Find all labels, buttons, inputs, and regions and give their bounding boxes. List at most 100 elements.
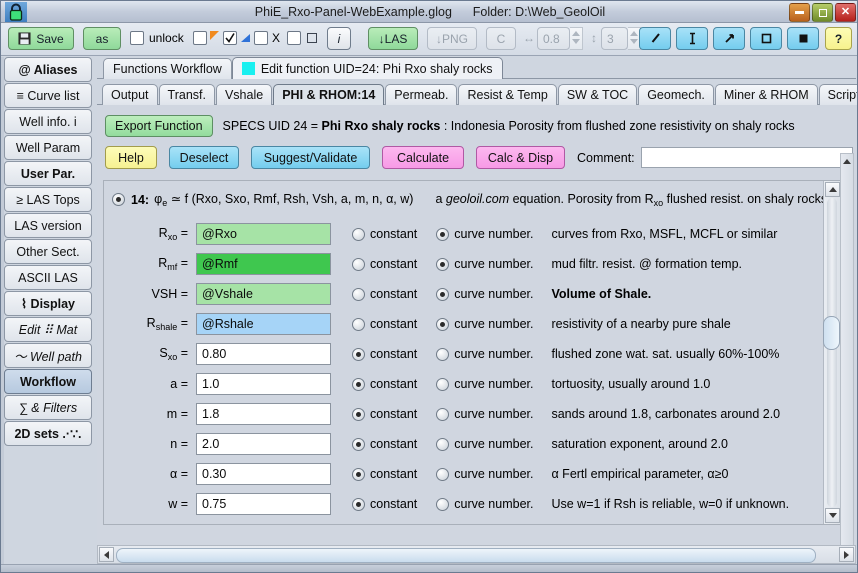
equation-radio[interactable]	[112, 193, 125, 206]
param-input-vsh[interactable]: @Vshale	[196, 283, 331, 305]
marker-checkbox-1[interactable]	[193, 31, 207, 45]
param-constant-option-rxo[interactable]: constant	[347, 227, 417, 241]
param-input-w[interactable]: 0.75	[196, 493, 331, 515]
tab-functions-workflow[interactable]: Functions Workflow	[103, 58, 232, 79]
unlock-checkbox[interactable]	[130, 31, 144, 45]
horizontal-scroll-thumb[interactable]	[116, 548, 816, 563]
sidebar-item-edit-mat[interactable]: Edit ⠿ Mat	[4, 317, 92, 342]
marker-checkbox-2[interactable]	[223, 31, 237, 45]
param-curve-option-sxo[interactable]: curve number.	[431, 347, 533, 361]
scroll-up-arrow-icon[interactable]	[825, 182, 840, 197]
sidebar-item-las-version[interactable]: LAS version	[4, 213, 92, 238]
scroll-down-arrow-icon[interactable]	[825, 508, 840, 523]
save-button[interactable]: Save	[8, 27, 74, 50]
marker-checkbox-3[interactable]	[254, 31, 268, 45]
param-curve-option-rmf[interactable]: curve number.	[431, 257, 533, 271]
calculate-button[interactable]: Calculate	[382, 146, 464, 169]
param-input-a[interactable]: 1.0	[196, 373, 331, 395]
tab-sw-toc[interactable]: SW & TOC	[557, 84, 638, 105]
content-horizontal-scrollbar[interactable]	[97, 545, 856, 564]
scroll-left-arrow-icon[interactable]	[99, 547, 114, 562]
line-tool-icon[interactable]	[639, 27, 671, 50]
sidebar-item-ascii-las[interactable]: ASCII LAS	[4, 265, 92, 290]
param-curve-option-m[interactable]: curve number.	[431, 407, 533, 421]
param-constant-option-n[interactable]: constant	[347, 437, 417, 451]
maximize-button[interactable]	[812, 3, 833, 22]
vertical-scroll-track[interactable]	[827, 198, 837, 507]
tab-miner-rhom[interactable]: Miner & RHOM	[714, 84, 818, 105]
sidebar-item-filters[interactable]: ∑ & Filters	[4, 395, 92, 420]
sidebar-item-curve-list[interactable]: ≡ Curve list	[4, 83, 92, 108]
param-input-n[interactable]: 2.0	[196, 433, 331, 455]
tab-phi-rhom[interactable]: PHI & RHOM:14	[273, 84, 385, 105]
width-stepper[interactable]	[570, 27, 583, 50]
sidebar-item-other-sect[interactable]: Other Sect.	[4, 239, 92, 264]
marker-checkbox-4[interactable]	[287, 31, 301, 45]
param-constant-option-m[interactable]: constant	[347, 407, 417, 421]
help-action-button[interactable]: Help	[105, 146, 157, 169]
param-curve-option-rxo[interactable]: curve number.	[431, 227, 533, 241]
sidebar-item-workflow[interactable]: Workflow	[4, 369, 92, 394]
minimize-button[interactable]	[789, 3, 810, 22]
arrow-tool-icon[interactable]	[713, 27, 745, 50]
sidebar-item-well-info[interactable]: Well info. i	[4, 109, 92, 134]
tab-permeab[interactable]: Permeab.	[385, 84, 458, 105]
tab-scripting[interactable]: Scripting	[818, 84, 857, 105]
comment-input[interactable]	[640, 147, 853, 168]
sidebar-item-las-tops[interactable]: ≥ LAS Tops	[4, 187, 92, 212]
param-constant-option-a[interactable]: constant	[347, 377, 417, 391]
param-curve-option-vsh[interactable]: curve number.	[431, 287, 533, 301]
tab-edit-function[interactable]: Edit function UID=24: Phi Rxo shaly rock…	[231, 57, 503, 79]
export-png-button[interactable]: ↓PNG	[427, 27, 477, 50]
sidebar-item-display[interactable]: ⌇ Display	[4, 291, 92, 316]
panel-vertical-scrollbar[interactable]	[823, 181, 840, 524]
clear-button[interactable]: C	[486, 27, 516, 50]
sidebar-item-aliases[interactable]: @ Aliases	[4, 57, 92, 82]
param-input-m[interactable]: 1.8	[196, 403, 331, 425]
tab-geomech[interactable]: Geomech.	[638, 84, 714, 105]
height-input[interactable]: 3	[601, 27, 628, 50]
scroll-right-arrow-icon[interactable]	[839, 547, 854, 562]
calc-disp-button[interactable]: Calc & Disp	[476, 146, 565, 169]
param-curve-option-n[interactable]: curve number.	[431, 437, 533, 451]
param-curve-option-rshale[interactable]: curve number.	[431, 317, 533, 331]
param-input-rmf[interactable]: @Rmf	[196, 253, 331, 275]
param-curve-option-w[interactable]: curve number.	[431, 497, 533, 511]
param-input-alpha[interactable]: 0.30	[196, 463, 331, 485]
save-as-button[interactable]: as	[83, 27, 121, 50]
param-constant-option-alpha[interactable]: constant	[347, 467, 417, 481]
content-scroll-up-icon[interactable]	[841, 155, 853, 167]
param-constant-option-sxo[interactable]: constant	[347, 347, 417, 361]
sidebar-item-2d-sets[interactable]: 2D sets .·∵.	[4, 421, 92, 446]
suggest-validate-button[interactable]: Suggest/Validate	[251, 146, 370, 169]
param-constant-option-rmf[interactable]: constant	[347, 257, 417, 271]
tab-vshale[interactable]: Vshale	[215, 84, 273, 105]
param-curve-option-alpha[interactable]: curve number.	[431, 467, 533, 481]
deselect-button[interactable]: Deselect	[169, 146, 239, 169]
width-input[interactable]: 0.8	[537, 27, 570, 50]
param-input-rxo[interactable]: @Rxo	[196, 223, 331, 245]
vertical-scroll-thumb[interactable]	[823, 316, 840, 350]
param-constant-option-w[interactable]: constant	[347, 497, 417, 511]
tab-transf[interactable]: Transf.	[158, 84, 215, 105]
param-input-sxo[interactable]: 0.80	[196, 343, 331, 365]
help-button[interactable]: ?	[825, 27, 852, 50]
rect-filled-tool-icon[interactable]	[787, 27, 819, 50]
param-constant-option-vsh[interactable]: constant	[347, 287, 417, 301]
content-vertical-scrollbar[interactable]	[840, 153, 854, 571]
vertical-tool-icon[interactable]	[676, 27, 708, 50]
rect-outline-tool-icon[interactable]	[750, 27, 782, 50]
sidebar-item-well-path[interactable]: 〜 Well path	[4, 343, 92, 368]
tab-resist-temp[interactable]: Resist & Temp	[458, 84, 557, 105]
close-button[interactable]: ✕	[835, 3, 856, 22]
tab-output[interactable]: Output	[102, 84, 158, 105]
param-input-rshale[interactable]: @Rshale	[196, 313, 331, 335]
param-constant-option-rshale[interactable]: constant	[347, 317, 417, 331]
export-las-button[interactable]: ↓LAS	[368, 27, 418, 50]
param-desc-n: saturation exponent, around 2.0	[551, 437, 729, 451]
param-curve-option-a[interactable]: curve number.	[431, 377, 533, 391]
export-function-button[interactable]: Export Function	[105, 115, 213, 137]
info-button[interactable]: i	[327, 27, 351, 50]
sidebar-item-user-par[interactable]: User Par.	[4, 161, 92, 186]
sidebar-item-well-param[interactable]: Well Param	[4, 135, 92, 160]
